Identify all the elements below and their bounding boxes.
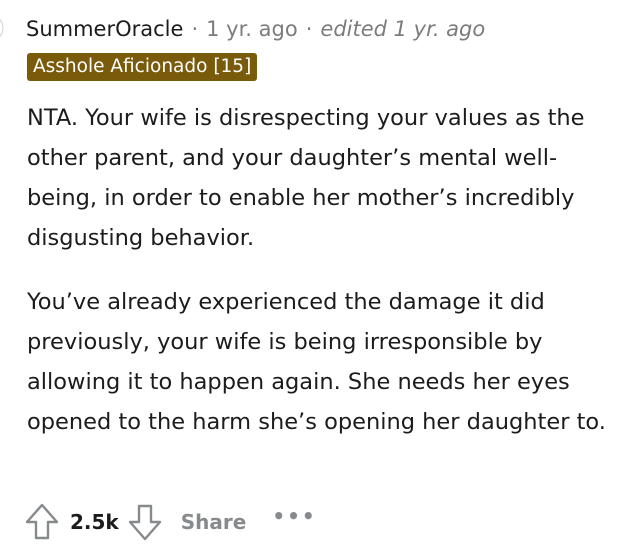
comment-paragraph: You’ve already experienced the damage it… (27, 289, 606, 435)
upvote-button[interactable] (24, 502, 60, 542)
comment-timestamp[interactable]: 1 yr. ago (206, 17, 298, 41)
comment-body: NTA. Your wife is disrespecting your val… (27, 98, 607, 442)
comment-header: SummerOracle · 1 yr. ago · edited 1 yr. … (26, 14, 485, 44)
arrow-down-icon (128, 504, 161, 541)
downvote-button[interactable] (127, 502, 163, 542)
separator-dot: · (305, 17, 313, 41)
comment-author[interactable]: SummerOracle (26, 17, 183, 41)
user-flair: Asshole Aficionado [15] (27, 53, 258, 81)
arrow-up-icon (25, 503, 59, 540)
comment-actions: 2.5k Share ••• (24, 502, 317, 542)
share-button[interactable]: Share (181, 510, 247, 534)
more-options-button[interactable]: ••• (272, 504, 316, 528)
vote-score: 2.5k (70, 510, 119, 534)
avatar-icon (0, 18, 4, 38)
avatar[interactable] (0, 8, 12, 48)
edited-label: edited 1 yr. ago (320, 17, 486, 41)
separator-dot: · (191, 17, 199, 41)
comment-paragraph: NTA. Your wife is disrespecting your val… (27, 105, 585, 251)
